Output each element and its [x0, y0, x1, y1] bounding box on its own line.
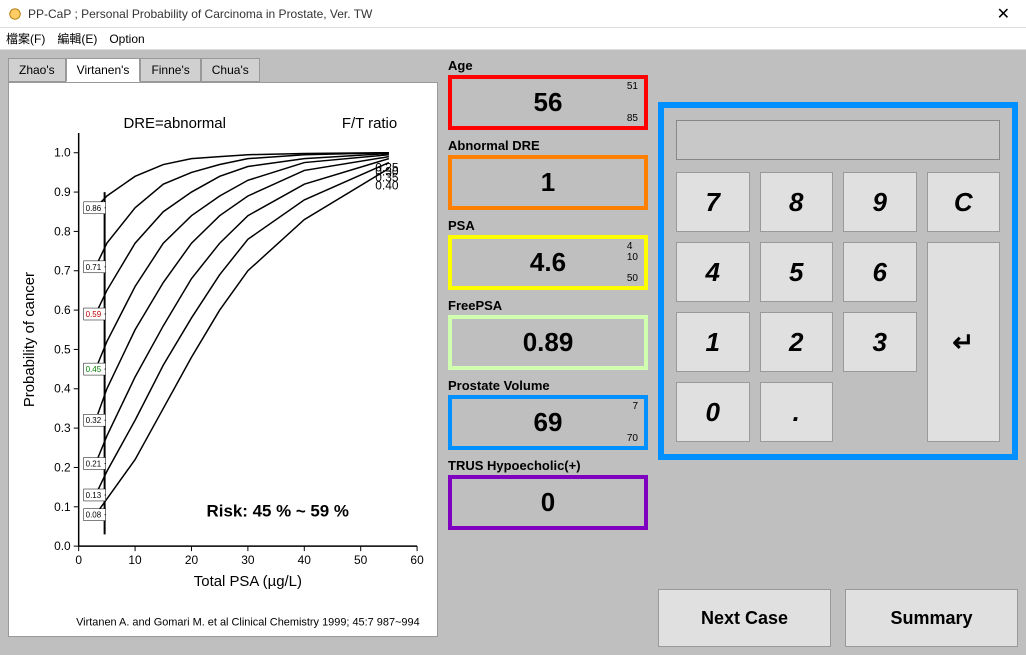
- keypad-9[interactable]: 9: [843, 172, 917, 232]
- keypad-4[interactable]: 4: [676, 242, 750, 302]
- svg-text:0.5: 0.5: [54, 342, 71, 356]
- menu-file[interactable]: 檔案(F): [6, 30, 45, 47]
- keypad-3[interactable]: 3: [843, 312, 917, 372]
- trus-field[interactable]: 0: [448, 475, 648, 530]
- svg-text:0.59: 0.59: [86, 310, 102, 319]
- keypad-dot[interactable]: .: [760, 382, 834, 442]
- psa-label: PSA: [448, 218, 648, 233]
- dre-value: 1: [541, 167, 555, 198]
- keypad-6[interactable]: 6: [843, 242, 917, 302]
- keypad-5[interactable]: 5: [760, 242, 834, 302]
- svg-text:30: 30: [241, 553, 255, 567]
- keypad-0[interactable]: 0: [676, 382, 750, 442]
- age-field[interactable]: 51 56 85: [448, 75, 648, 130]
- svg-text:0.8: 0.8: [54, 224, 71, 238]
- psa-max: 50: [627, 273, 638, 284]
- fpsa-label: FreePSA: [448, 298, 648, 313]
- close-icon[interactable]: ✕: [989, 4, 1018, 24]
- dre-label: Abnormal DRE: [448, 138, 648, 153]
- app-icon: [8, 7, 22, 21]
- svg-text:0.45: 0.45: [86, 365, 102, 374]
- svg-text:0.7: 0.7: [54, 264, 71, 278]
- fpsa-value: 0.89: [523, 327, 574, 358]
- menu-option[interactable]: Option: [109, 32, 144, 46]
- svg-text:0.13: 0.13: [86, 491, 102, 500]
- svg-text:0.9: 0.9: [54, 185, 71, 199]
- summary-button[interactable]: Summary: [845, 589, 1018, 647]
- svg-text:0.0: 0.0: [54, 539, 71, 553]
- svg-text:Risk: 45 % ~ 59 %: Risk: 45 % ~ 59 %: [207, 501, 349, 520]
- chart-panel: 0.0 0.1 0.2 0.3 0.4 0.5 0.6 0.7 0.8 0.9 1.0 0 10 20 30…: [8, 82, 438, 637]
- svg-text:Probability of cancer: Probability of cancer: [21, 272, 38, 407]
- keypad: 789C 456↵ 123 0.: [658, 102, 1018, 460]
- tab-finnes[interactable]: Finne's: [140, 58, 200, 82]
- svg-text:10: 10: [128, 553, 142, 567]
- pvol-value: 69: [534, 407, 563, 438]
- keypad-clear[interactable]: C: [927, 172, 1001, 232]
- keypad-display[interactable]: [676, 120, 1000, 160]
- next-case-button[interactable]: Next Case: [658, 589, 831, 647]
- svg-text:DRE=abnormal: DRE=abnormal: [123, 115, 225, 132]
- fpsa-field[interactable]: 0.89: [448, 315, 648, 370]
- trus-label: TRUS Hypoecholic(+): [448, 458, 648, 473]
- svg-text:60: 60: [410, 553, 424, 567]
- svg-text:50: 50: [354, 553, 368, 567]
- svg-text:Total PSA (µg/L): Total PSA (µg/L): [194, 573, 302, 590]
- menu-bar: 檔案(F) 編輯(E) Option: [0, 28, 1026, 50]
- svg-text:0.3: 0.3: [54, 421, 71, 435]
- svg-text:0.21: 0.21: [86, 460, 102, 469]
- svg-text:0.71: 0.71: [86, 263, 102, 272]
- tab-chuas[interactable]: Chua's: [201, 58, 260, 82]
- tab-virtanens[interactable]: Virtanen's: [66, 58, 141, 82]
- svg-text:0.86: 0.86: [86, 204, 102, 213]
- model-tabs: Zhao'sVirtanen'sFinne'sChua's: [8, 58, 438, 82]
- svg-text:0.1: 0.1: [54, 500, 71, 514]
- dre-field[interactable]: 1: [448, 155, 648, 210]
- svg-text:0.08: 0.08: [86, 511, 102, 520]
- svg-text:F/T ratio: F/T ratio: [342, 115, 397, 132]
- window-title: PP-CaP ; Personal Probability of Carcino…: [28, 7, 989, 21]
- svg-text:1.0: 1.0: [54, 146, 71, 160]
- svg-text:0.32: 0.32: [86, 416, 102, 425]
- psa-value: 4.6: [530, 247, 566, 278]
- psa-field[interactable]: 4 10 4.6 50: [448, 235, 648, 290]
- psa-min: 4 10: [627, 241, 638, 263]
- age-min: 51: [627, 81, 638, 92]
- keypad-8[interactable]: 8: [760, 172, 834, 232]
- svg-text:0.2: 0.2: [54, 460, 71, 474]
- age-label: Age: [448, 58, 648, 73]
- title-bar: PP-CaP ; Personal Probability of Carcino…: [0, 0, 1026, 28]
- tab-zhaos[interactable]: Zhao's: [8, 58, 66, 82]
- menu-edit[interactable]: 編輯(E): [57, 30, 97, 47]
- svg-text:0: 0: [75, 553, 82, 567]
- pvol-max: 70: [627, 433, 638, 444]
- pvol-label: Prostate Volume: [448, 378, 648, 393]
- pvol-field[interactable]: 7 69 70: [448, 395, 648, 450]
- svg-text:Virtanen A. and Gomari M. et a: Virtanen A. and Gomari M. et al Clinical…: [76, 617, 420, 629]
- svg-text:0.40: 0.40: [375, 178, 399, 192]
- input-fields: Age 51 56 85 Abnormal DRE 1 PSA 4 10 4.6…: [448, 58, 648, 647]
- age-max: 85: [627, 113, 638, 124]
- keypad-7[interactable]: 7: [676, 172, 750, 232]
- svg-text:40: 40: [298, 553, 312, 567]
- svg-text:0.4: 0.4: [54, 382, 71, 396]
- svg-text:0.6: 0.6: [54, 303, 71, 317]
- svg-text:20: 20: [185, 553, 199, 567]
- keypad-2[interactable]: 2: [760, 312, 834, 372]
- age-value: 56: [534, 87, 563, 118]
- keypad-1[interactable]: 1: [676, 312, 750, 372]
- pvol-min: 7: [632, 401, 638, 412]
- trus-value: 0: [541, 487, 555, 518]
- keypad-enter[interactable]: ↵: [927, 242, 1001, 442]
